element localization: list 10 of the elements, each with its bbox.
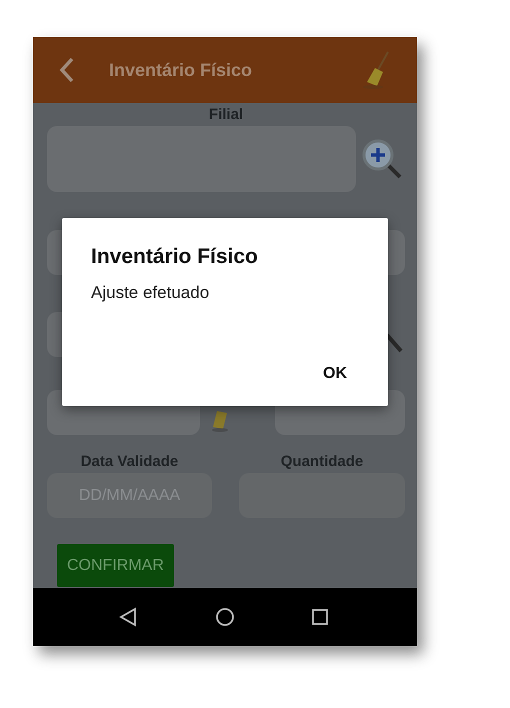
screen-title: Inventário Físico bbox=[109, 58, 252, 82]
field-label: Data Validade bbox=[80, 452, 180, 472]
field-label: Filial bbox=[208, 105, 244, 125]
dialog-title: Inventário Físico bbox=[91, 244, 259, 270]
back-icon[interactable] bbox=[119, 607, 137, 627]
field-label: Quantidade bbox=[280, 452, 364, 472]
dialog-message: Ajuste efetuado bbox=[91, 282, 210, 304]
home-icon[interactable] bbox=[215, 607, 235, 627]
recent-apps-icon[interactable] bbox=[311, 608, 329, 626]
ok-button[interactable]: OK bbox=[311, 356, 359, 392]
